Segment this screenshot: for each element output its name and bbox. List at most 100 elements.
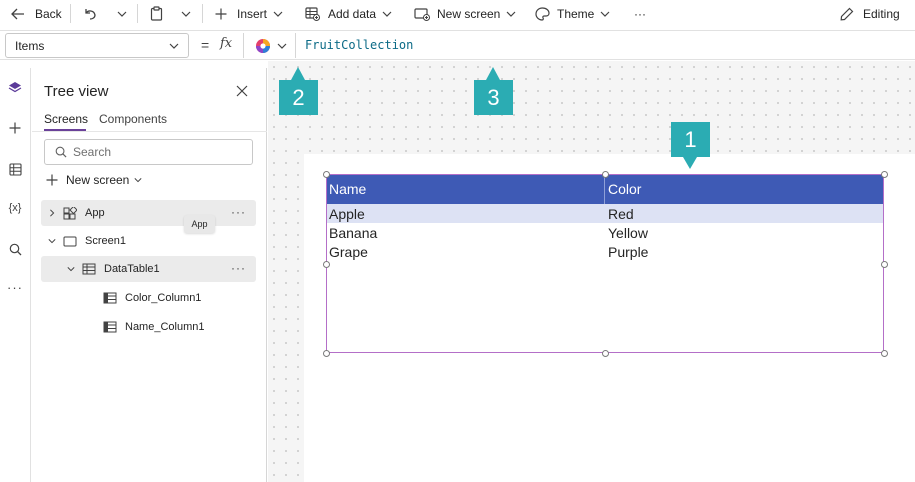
- chevron-down-icon: [600, 11, 610, 17]
- search-icon: [55, 146, 67, 158]
- tree-node-app[interactable]: App ···: [41, 200, 256, 226]
- arrow-left-icon: [11, 8, 24, 19]
- tree-node-label: Name_Column1: [125, 321, 205, 333]
- table-header: Name Color: [327, 175, 883, 204]
- resize-handle[interactable]: [323, 350, 330, 357]
- insert-button[interactable]: Insert: [215, 0, 283, 27]
- new-screen-button[interactable]: New screen: [46, 172, 142, 188]
- new-screen-label: New screen: [66, 173, 130, 187]
- editing-mode-button[interactable]: Editing: [840, 0, 900, 27]
- search-input[interactable]: Search: [44, 139, 253, 165]
- search-placeholder: Search: [73, 145, 112, 159]
- chevron-down-icon[interactable]: [67, 265, 75, 273]
- new-screen-icon: [414, 7, 430, 21]
- resize-handle[interactable]: [881, 171, 888, 178]
- left-rail: {x} ···: [0, 68, 31, 482]
- add-data-label: Add data: [328, 6, 377, 21]
- resize-handle[interactable]: [881, 261, 888, 268]
- more-icon[interactable]: ···: [3, 275, 27, 299]
- table-cell[interactable]: Yellow: [608, 225, 648, 241]
- chevron-down-icon: [134, 178, 142, 183]
- tree-node-label: Screen1: [85, 235, 126, 247]
- copilot-icon: [256, 39, 270, 53]
- table-cell[interactable]: Purple: [608, 244, 648, 260]
- tree-node-datatable1[interactable]: DataTable1 ···: [41, 256, 256, 282]
- more-icon: ···: [634, 6, 646, 21]
- divider: [32, 131, 267, 132]
- toolbar-divider: [70, 4, 71, 23]
- close-icon[interactable]: [235, 84, 249, 98]
- table-cell[interactable]: Apple: [329, 206, 365, 222]
- chevron-down-icon: [382, 11, 392, 17]
- pencil-icon: [840, 7, 854, 20]
- table-cell[interactable]: Banana: [329, 225, 377, 241]
- callout-badge-1: 1: [671, 122, 710, 157]
- paste-button[interactable]: [150, 0, 163, 27]
- resize-handle[interactable]: [602, 350, 609, 357]
- plus-icon: [46, 174, 58, 186]
- layers-icon[interactable]: [3, 76, 27, 100]
- callout-badge-2: 2: [279, 80, 318, 115]
- column-header-color[interactable]: Color: [608, 181, 641, 197]
- insert-label: Insert: [237, 6, 268, 21]
- selected-row-highlight: [327, 204, 883, 223]
- search-icon[interactable]: [3, 237, 27, 261]
- column-icon: [103, 321, 117, 333]
- resize-handle[interactable]: [602, 171, 609, 178]
- tree-node-screen1[interactable]: Screen1: [41, 228, 256, 254]
- tree-node-label: Color_Column1: [125, 292, 202, 304]
- copilot-button[interactable]: [243, 33, 296, 58]
- tree-view-title: Tree view: [44, 83, 109, 100]
- tree-node-label: App: [85, 207, 105, 219]
- resize-handle[interactable]: [323, 171, 330, 178]
- more-options-icon[interactable]: ···: [231, 205, 246, 219]
- undo-dropdown[interactable]: [117, 0, 127, 27]
- fx-label: fx: [220, 36, 233, 51]
- callout-pointer: [486, 67, 500, 80]
- tree-node-name-column1[interactable]: Name_Column1: [41, 314, 256, 340]
- data-grid-icon[interactable]: [3, 157, 27, 181]
- tree-node-color-column1[interactable]: Color_Column1: [41, 285, 256, 311]
- toolbar-divider: [137, 4, 138, 23]
- database-add-icon: [305, 6, 320, 21]
- add-data-button[interactable]: Add data: [305, 0, 392, 27]
- more-commands-button[interactable]: ···: [634, 0, 646, 27]
- back-label: Back: [35, 6, 62, 21]
- command-bar: Back Insert Add data New screen Theme ··…: [0, 0, 915, 27]
- back-button[interactable]: Back: [11, 0, 62, 27]
- theme-button[interactable]: Theme: [535, 0, 610, 27]
- resize-handle[interactable]: [881, 350, 888, 357]
- paste-dropdown[interactable]: [181, 0, 191, 27]
- column-header-name[interactable]: Name: [329, 181, 366, 197]
- formula-input[interactable]: FruitCollection: [305, 38, 413, 52]
- plus-icon: [215, 8, 227, 19]
- callout-pointer: [683, 157, 697, 169]
- undo-button[interactable]: [83, 0, 97, 27]
- more-options-icon[interactable]: ···: [231, 261, 246, 275]
- chevron-down-icon: [117, 11, 127, 17]
- new-screen-label: New screen: [437, 6, 501, 21]
- resize-handle[interactable]: [323, 261, 330, 268]
- equals-sign: =: [201, 37, 210, 53]
- tooltip: App: [184, 215, 215, 233]
- formula-bar: Items = fx FruitCollection: [0, 30, 915, 60]
- column-icon: [103, 292, 117, 304]
- insert-plus-icon[interactable]: [3, 116, 27, 140]
- property-value: Items: [15, 38, 45, 53]
- property-dropdown[interactable]: Items: [5, 33, 189, 58]
- chevron-down-icon: [181, 11, 191, 17]
- undo-icon: [85, 8, 96, 20]
- new-screen-button[interactable]: New screen: [414, 0, 516, 27]
- tab-components[interactable]: Components: [99, 112, 167, 126]
- variables-icon[interactable]: {x}: [3, 196, 27, 220]
- chevron-down-icon[interactable]: [48, 237, 56, 245]
- table-cell[interactable]: Red: [608, 206, 634, 222]
- tab-screens[interactable]: Screens: [44, 112, 88, 126]
- app-grid-icon: [63, 206, 77, 219]
- data-table[interactable]: Name Color Apple Red Banana Yellow Grape…: [326, 174, 884, 353]
- callout-badge-3: 3: [474, 80, 513, 115]
- chevron-down-icon: [277, 43, 287, 49]
- chevron-right-icon[interactable]: [48, 209, 56, 217]
- table-cell[interactable]: Grape: [329, 244, 368, 260]
- tree-node-label: DataTable1: [104, 263, 160, 275]
